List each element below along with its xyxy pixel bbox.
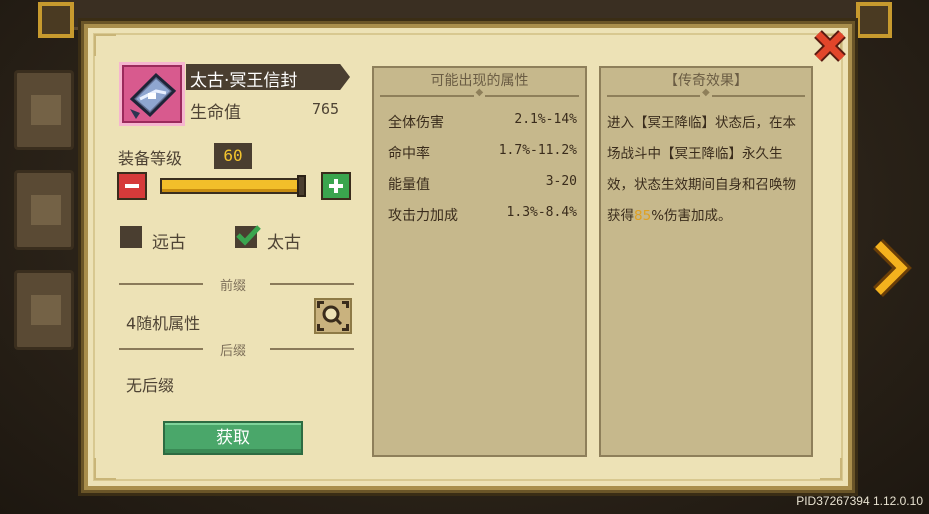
background-corner (38, 2, 74, 38)
side-tab-armor[interactable] (14, 170, 74, 250)
magnifier-icon (317, 301, 349, 331)
attribute-row: 命中率 1.7%-11.2% (388, 143, 577, 163)
level-slider[interactable] (160, 178, 306, 194)
checkbox-taigu-label: 太古 (267, 233, 301, 253)
level-value: 60 (214, 143, 252, 169)
divider (270, 283, 354, 285)
divider (119, 348, 203, 350)
attribute-range: 1.3%-8.4% (506, 205, 577, 220)
corner-ornament (94, 458, 116, 480)
checkbox-taigu[interactable] (235, 225, 261, 248)
build-id: PID37267394 1.12.0.10 (796, 494, 923, 508)
close-icon (814, 30, 846, 62)
close-button[interactable] (810, 26, 850, 66)
prefix-value: 4随机属性 (126, 314, 201, 333)
prefix-detail-button[interactable] (314, 298, 352, 334)
legend-highlight-value: 85 (634, 208, 652, 224)
acquire-button[interactable]: 获取 (163, 421, 303, 455)
suffix-header: 后缀 (220, 344, 247, 359)
checkmark-icon (236, 225, 261, 246)
checkbox-yuangu[interactable] (120, 226, 142, 248)
item-stat-value: 765 (312, 100, 340, 118)
level-decrease-button[interactable] (117, 172, 147, 200)
attribute-name: 攻击力加成 (388, 208, 458, 224)
checkbox-yuangu-label: 远古 (152, 233, 186, 253)
divider (270, 348, 354, 350)
item-icon (119, 62, 185, 126)
legend-text-after: %伤害加成。 (651, 208, 732, 224)
side-tab-weapon[interactable] (14, 70, 74, 150)
item-stat-label: 生命值 (190, 103, 241, 123)
suffix-value: 无后缀 (126, 376, 175, 395)
prefix-header: 前缀 (220, 279, 247, 294)
attribute-row: 全体伤害 2.1%-14% (388, 112, 577, 132)
panel-separator (380, 87, 579, 98)
level-label: 装备等级 (118, 149, 183, 168)
corner-ornament (820, 458, 842, 480)
panel-separator (607, 87, 805, 98)
divider (119, 283, 203, 285)
attribute-row: 攻击力加成 1.3%-8.4% (388, 205, 577, 225)
background-corner (856, 2, 892, 38)
envelope-icon (129, 72, 177, 119)
next-arrow-button[interactable] (870, 238, 914, 298)
legend-effect-text: 进入【冥王降临】状态后，在本场战斗中【冥王降临】永久生效，状态生效期间自身和召唤… (607, 108, 801, 232)
attribute-name: 全体伤害 (388, 115, 444, 131)
attribute-range: 1.7%-11.2% (498, 143, 577, 158)
side-tab-items[interactable] (14, 270, 74, 350)
legend-effect-panel: 【传奇效果】 进入【冥王降临】状态后，在本场战斗中【冥王降临】永久生效，状态生效… (599, 66, 813, 457)
attribute-row: 能量值 3-20 (388, 174, 577, 194)
level-increase-button[interactable] (321, 172, 351, 200)
attribute-name: 能量值 (388, 177, 430, 193)
attribute-range: 3-20 (545, 174, 577, 189)
level-slider-fill (162, 180, 304, 192)
attributes-panel: 可能出现的属性 全体伤害 2.1%-14% 命中率 1.7%-11.2% 能量值… (372, 66, 587, 457)
item-name: 太古·冥王信封 (190, 71, 298, 91)
attribute-name: 命中率 (388, 146, 430, 162)
level-slider-handle[interactable] (297, 175, 306, 197)
corner-ornament (94, 34, 116, 56)
attribute-range: 2.1%-14% (514, 112, 577, 127)
chevron-right-icon (873, 239, 912, 297)
